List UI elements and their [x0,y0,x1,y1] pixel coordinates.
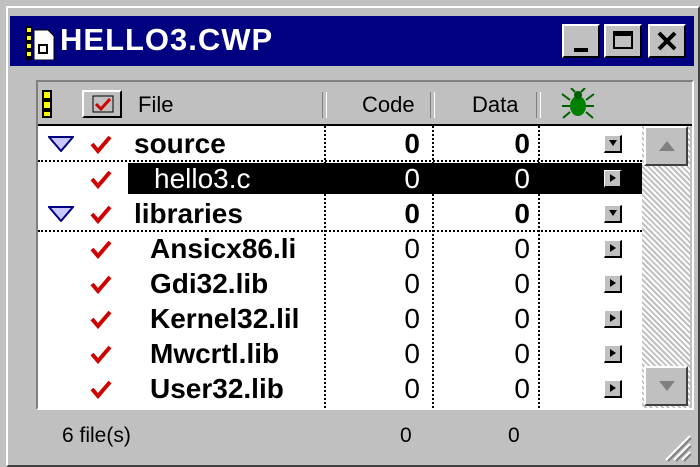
checkmark-icon [92,95,114,113]
window-title: HELLO3.CWP [60,22,274,57]
data-total: 0 [508,424,520,447]
checkmark-icon[interactable] [90,169,112,189]
code-size: 0 [404,163,420,194]
data-size: 0 [514,303,530,334]
checkmark-icon[interactable] [90,379,112,399]
checkmark-icon[interactable] [90,204,112,224]
up-arrow-icon [659,141,675,151]
file-menu-button[interactable] [604,380,622,398]
data-size: 0 [514,128,530,159]
file-menu-button[interactable] [604,240,622,258]
data-size: 0 [514,268,530,299]
file-list[interactable]: source 0 0 hello3.c 0 0 libraries 0 0 Ansicx86.li… [38,126,642,408]
down-arrow-icon [659,381,675,391]
code-size: 0 [404,198,420,229]
code-size: 0 [404,268,420,299]
right-arrow-icon [610,314,616,322]
code-size: 0 [404,338,420,369]
bug-icon[interactable] [560,88,596,120]
close-icon [657,31,677,51]
code-size: 0 [404,373,420,404]
data-column-divider [432,126,434,408]
minimize-icon [574,48,588,52]
expand-triangle-icon[interactable] [48,206,74,222]
code-size: 0 [404,303,420,334]
code-size: 0 [404,128,420,159]
file-name: Gdi32.lib [150,268,269,299]
right-arrow-icon [610,349,616,357]
debug-column-divider [538,126,540,408]
header-separator[interactable] [430,92,435,118]
data-size: 0 [514,233,530,264]
right-arrow-icon [610,174,616,182]
file-name: Mwcrtl.lib [150,338,280,369]
data-column-header[interactable]: Data [472,92,518,118]
file-menu-button[interactable] [604,345,622,363]
file-name: libraries [134,198,243,229]
minimize-button[interactable] [562,24,600,58]
collapse-group-button[interactable] [604,135,622,153]
data-size: 0 [514,338,530,369]
file-menu-button[interactable] [604,310,622,328]
code-total: 0 [400,424,412,447]
scroll-up-button[interactable] [644,126,688,166]
header-separator[interactable] [322,92,327,118]
code-column-header[interactable]: Code [362,92,415,118]
file-row[interactable]: Gdi32.lib 0 0 [38,266,642,301]
code-size: 0 [404,233,420,264]
data-size: 0 [514,163,530,194]
file-row[interactable]: hello3.c 0 0 [38,161,642,196]
close-button[interactable] [648,24,686,58]
file-row[interactable]: Kernel32.lil 0 0 [38,301,642,336]
group-separator [38,230,642,232]
data-size: 0 [514,198,530,229]
down-arrow-icon [609,140,617,146]
file-count-status: 6 file(s) [62,424,131,447]
down-arrow-icon [609,210,617,216]
check-all-button[interactable] [82,90,122,118]
file-name: source [134,128,226,159]
maximize-icon [613,31,633,49]
file-row[interactable]: User32.lib 0 0 [38,371,642,406]
file-row[interactable]: Ansicx86.li 0 0 [38,231,642,266]
right-arrow-icon [610,244,616,252]
right-arrow-icon [610,279,616,287]
group-row[interactable]: libraries 0 0 [38,196,642,231]
collapse-group-button[interactable] [604,205,622,223]
file-name: hello3.c [154,163,251,194]
right-arrow-icon [610,384,616,392]
checkmark-icon[interactable] [90,239,112,259]
checkmark-icon[interactable] [90,344,112,364]
resize-grip-icon[interactable] [660,430,692,462]
data-size: 0 [514,373,530,404]
marker-icon [42,90,52,118]
group-row[interactable]: source 0 0 [38,126,642,161]
checkmark-icon[interactable] [90,134,112,154]
project-file-icon [26,26,55,60]
file-name: Kernel32.lil [150,303,300,334]
file-name: Ansicx86.li [150,233,297,264]
expand-triangle-icon[interactable] [48,136,74,152]
scroll-down-button[interactable] [644,366,688,406]
group-separator [38,160,642,162]
checkmark-icon[interactable] [90,309,112,329]
file-menu-button[interactable] [604,170,622,188]
header-separator[interactable] [536,92,541,118]
code-column-divider [324,126,326,408]
file-column-header[interactable]: File [138,92,173,118]
checkmark-icon[interactable] [90,274,112,294]
file-menu-button[interactable] [604,275,622,293]
maximize-button[interactable] [604,24,642,58]
file-row[interactable]: Mwcrtl.lib 0 0 [38,336,642,371]
file-name: User32.lib [150,373,284,404]
